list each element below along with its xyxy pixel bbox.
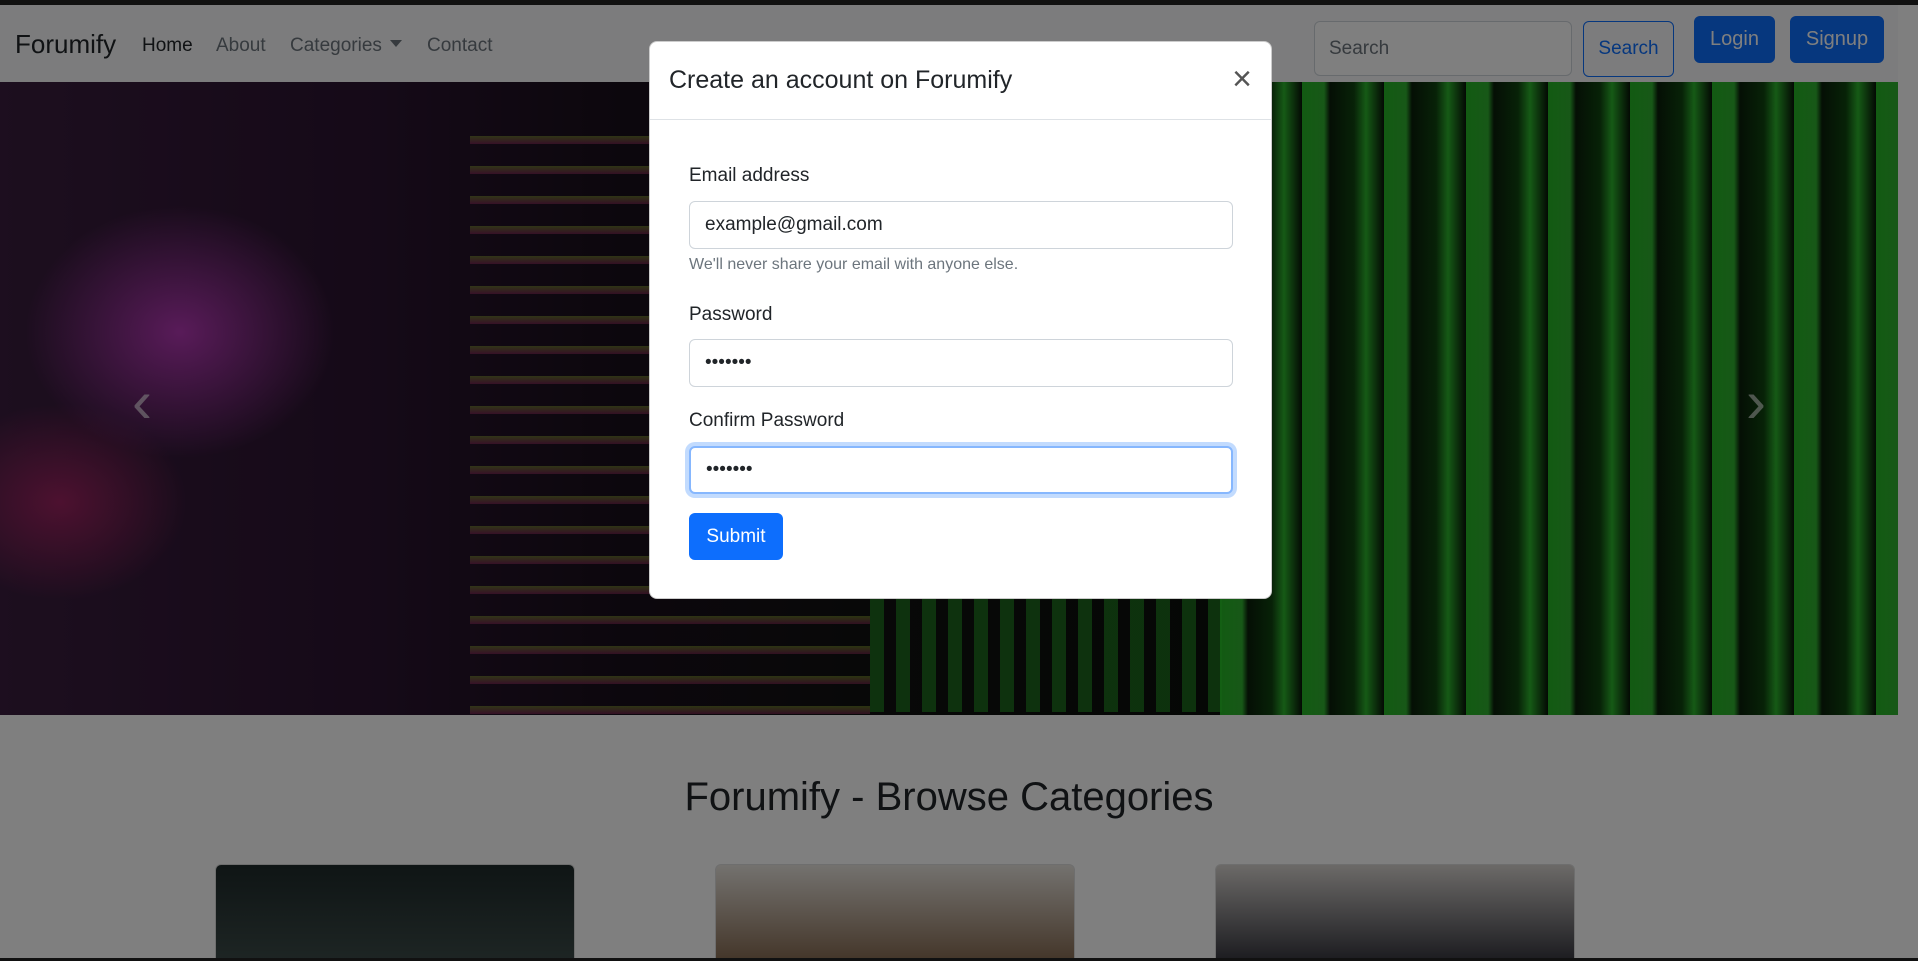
submit-button[interactable]: Submit — [689, 513, 783, 560]
password-label: Password — [689, 304, 773, 325]
modal-header: Create an account on Forumify × — [650, 42, 1271, 120]
email-field[interactable] — [689, 201, 1233, 249]
email-help-text: We'll never share your email with anyone… — [689, 256, 1019, 273]
modal-title: Create an account on Forumify — [669, 66, 1013, 94]
close-icon[interactable]: × — [1227, 62, 1257, 96]
signup-modal: Create an account on Forumify × Email ad… — [649, 41, 1272, 599]
confirm-password-label: Confirm Password — [689, 410, 845, 431]
password-field[interactable] — [689, 339, 1233, 387]
email-label: Email address — [689, 165, 810, 186]
confirm-password-field[interactable] — [689, 446, 1233, 494]
